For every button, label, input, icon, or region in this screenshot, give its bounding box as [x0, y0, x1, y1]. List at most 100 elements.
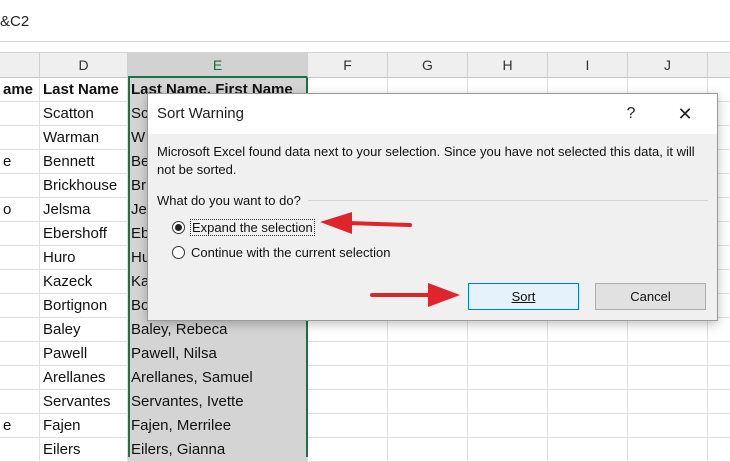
- cell-c[interactable]: [0, 222, 40, 246]
- cell-empty[interactable]: [468, 366, 548, 390]
- table-row: Arellanes Arellanes, Samuel: [0, 366, 730, 390]
- cell-empty[interactable]: [628, 342, 708, 366]
- cell-e[interactable]: Arellanes, Samuel: [128, 366, 308, 390]
- cell-empty[interactable]: [548, 366, 628, 390]
- cell-d[interactable]: Kazeck: [40, 270, 128, 294]
- cell-empty[interactable]: [388, 318, 468, 342]
- cell-d[interactable]: Ebershoff: [40, 222, 128, 246]
- cell-e[interactable]: Baley, Rebeca: [128, 318, 308, 342]
- cell-empty[interactable]: [708, 366, 730, 390]
- column-header-c[interactable]: [0, 53, 40, 78]
- close-icon[interactable]: ✕: [672, 102, 698, 126]
- cell-c[interactable]: [0, 366, 40, 390]
- cell-empty[interactable]: [628, 438, 708, 462]
- cell-c[interactable]: [0, 318, 40, 342]
- cell-empty[interactable]: [708, 342, 730, 366]
- cell-empty[interactable]: [548, 318, 628, 342]
- table-row: Pawell Pawell, Nilsa: [0, 342, 730, 366]
- cell-d[interactable]: Warman: [40, 126, 128, 150]
- cell-c[interactable]: [0, 438, 40, 462]
- column-header-f[interactable]: F: [308, 53, 388, 78]
- radio-continue-label[interactable]: Continue with the current selection: [191, 245, 390, 260]
- cell-empty[interactable]: [388, 414, 468, 438]
- cell-empty[interactable]: [308, 438, 388, 462]
- cell-d[interactable]: Pawell: [40, 342, 128, 366]
- cell-d[interactable]: Huro: [40, 246, 128, 270]
- cell-empty[interactable]: [708, 414, 730, 438]
- help-icon[interactable]: ?: [619, 102, 643, 126]
- cell-empty[interactable]: [548, 390, 628, 414]
- cell-c[interactable]: o: [0, 198, 40, 222]
- cell-empty[interactable]: [468, 438, 548, 462]
- dialog-title: Sort Warning: [157, 105, 244, 122]
- cell-empty[interactable]: [628, 414, 708, 438]
- cell-c[interactable]: [0, 342, 40, 366]
- table-row: Eilers Eilers, Gianna: [0, 438, 730, 462]
- column-header-e[interactable]: E: [128, 53, 308, 78]
- cell-empty[interactable]: [548, 414, 628, 438]
- cell-d[interactable]: Arellanes: [40, 366, 128, 390]
- cell-c[interactable]: [0, 102, 40, 126]
- cell-c[interactable]: e: [0, 414, 40, 438]
- cell-empty[interactable]: [308, 414, 388, 438]
- cell-empty[interactable]: [468, 414, 548, 438]
- cell-e[interactable]: Servantes, Ivette: [128, 390, 308, 414]
- cell-d[interactable]: Jelsma: [40, 198, 128, 222]
- cell-c[interactable]: [0, 246, 40, 270]
- radio-expand-selection[interactable]: Expand the selection: [172, 217, 315, 237]
- cell-c[interactable]: [0, 390, 40, 414]
- cell-empty[interactable]: [548, 438, 628, 462]
- cell-empty[interactable]: [308, 366, 388, 390]
- cell-empty[interactable]: [548, 342, 628, 366]
- radio-unchecked-icon[interactable]: [172, 245, 185, 259]
- cell-d[interactable]: Bortignon: [40, 294, 128, 318]
- cell-e[interactable]: Eilers, Gianna: [128, 438, 308, 462]
- radio-continue-current[interactable]: Continue with the current selection: [172, 242, 390, 262]
- cell-empty[interactable]: [708, 438, 730, 462]
- column-header-i[interactable]: I: [548, 53, 628, 78]
- formula-bar[interactable]: &C2: [0, 0, 730, 42]
- cell-d[interactable]: Fajen: [40, 414, 128, 438]
- cell-empty[interactable]: [628, 318, 708, 342]
- cell-d[interactable]: Baley: [40, 318, 128, 342]
- cell-empty[interactable]: [628, 390, 708, 414]
- sort-button[interactable]: Sort: [468, 283, 579, 310]
- cell-empty[interactable]: [708, 390, 730, 414]
- dialog-question: What do you want to do?: [157, 193, 301, 208]
- column-header-k[interactable]: [708, 53, 730, 78]
- cell-d-header[interactable]: Last Name: [40, 78, 128, 102]
- cell-c[interactable]: [0, 174, 40, 198]
- radio-expand-label[interactable]: Expand the selection: [190, 218, 315, 236]
- cell-c-header[interactable]: ame: [0, 78, 40, 102]
- column-header-d[interactable]: D: [40, 53, 128, 78]
- cell-empty[interactable]: [388, 438, 468, 462]
- column-header-g[interactable]: G: [388, 53, 468, 78]
- cell-empty[interactable]: [388, 342, 468, 366]
- cell-c[interactable]: [0, 126, 40, 150]
- cell-d[interactable]: Scatton: [40, 102, 128, 126]
- cell-d[interactable]: Eilers: [40, 438, 128, 462]
- column-header-h[interactable]: H: [468, 53, 548, 78]
- cell-c[interactable]: [0, 294, 40, 318]
- cell-empty[interactable]: [388, 366, 468, 390]
- cell-d[interactable]: Bennett: [40, 150, 128, 174]
- dialog-titlebar[interactable]: Sort Warning ? ✕: [148, 94, 717, 134]
- cell-e[interactable]: Fajen, Merrilee: [128, 414, 308, 438]
- cancel-button[interactable]: Cancel: [595, 283, 706, 310]
- cell-empty[interactable]: [468, 390, 548, 414]
- radio-checked-icon[interactable]: [172, 220, 185, 234]
- cell-d[interactable]: Servantes: [40, 390, 128, 414]
- cell-empty[interactable]: [468, 318, 548, 342]
- cell-empty[interactable]: [308, 390, 388, 414]
- cell-c[interactable]: [0, 270, 40, 294]
- cell-empty[interactable]: [708, 318, 730, 342]
- cell-empty[interactable]: [308, 342, 388, 366]
- column-header-j[interactable]: J: [628, 53, 708, 78]
- cell-empty[interactable]: [628, 366, 708, 390]
- cell-empty[interactable]: [388, 390, 468, 414]
- cell-d[interactable]: Brickhouse: [40, 174, 128, 198]
- cell-e[interactable]: Pawell, Nilsa: [128, 342, 308, 366]
- cell-c[interactable]: e: [0, 150, 40, 174]
- cell-empty[interactable]: [308, 318, 388, 342]
- cell-empty[interactable]: [468, 342, 548, 366]
